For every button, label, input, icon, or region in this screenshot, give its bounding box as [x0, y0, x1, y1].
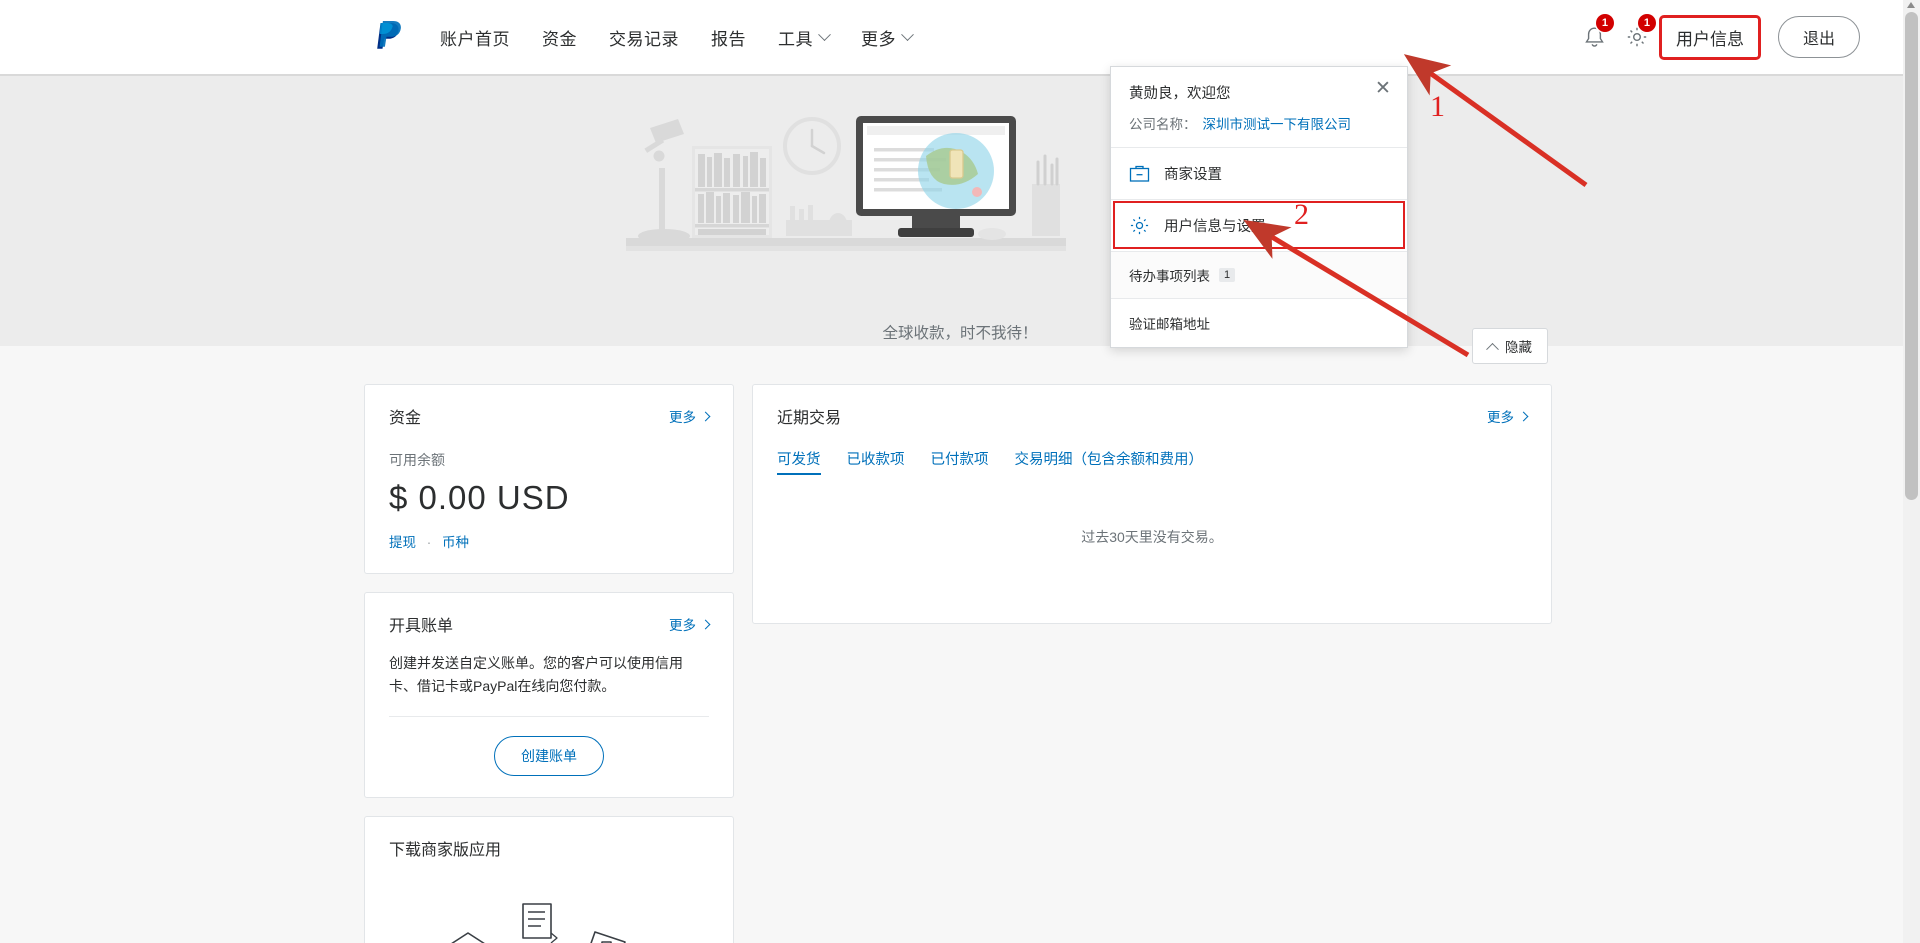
settings-button[interactable]: 1 [1616, 14, 1658, 58]
nav-item-reports[interactable]: 报告 [695, 19, 762, 56]
transactions-card-header: 近期交易 更多 [753, 385, 1551, 428]
chevron-down-icon [818, 27, 831, 41]
nav-right-group: 1 1 用户信息 退出 [1574, 14, 1860, 60]
withdraw-link[interactable]: 提现 [389, 535, 416, 550]
user-info-button[interactable]: 用户信息 [1658, 14, 1761, 60]
main-content-area: 隐藏 资金 更多 可用余额 $ 0.00 USD 提现 · 币种 开具账单 更多… [0, 328, 1920, 943]
scroll-up-arrow-icon[interactable] [1907, 2, 1915, 8]
verify-email-label: 验证邮箱地址 [1129, 317, 1210, 332]
funds-card-body: 可用余额 $ 0.00 USD 提现 · 币种 [365, 428, 733, 573]
close-icon[interactable]: ✕ [1373, 79, 1393, 99]
chevron-up-icon [1486, 342, 1499, 356]
chevron-right-icon [700, 619, 711, 629]
funds-card-header: 资金 更多 [365, 385, 733, 428]
nav-item-more[interactable]: 更多 [845, 19, 928, 56]
hero-text-block: 全球收款，时不我待！ 现在就完成商家设置，开启您的电子商务之旅吧！ 前往商家设置 [0, 321, 1920, 346]
dashboard-grid: 资金 更多 可用余额 $ 0.00 USD 提现 · 币种 开具账单 更多 创建… [364, 346, 1920, 943]
greeting-text: 黄勋良，欢迎您 [1129, 86, 1231, 102]
tab-details[interactable]: 交易明细（包含余额和费用） [1015, 448, 1204, 475]
dropdown-item-merchant-settings[interactable]: 商家设置 [1111, 147, 1407, 199]
invoice-card-header: 开具账单 更多 [365, 593, 733, 636]
nav-item-label: 更多 [861, 29, 896, 49]
logout-button[interactable]: 退出 [1777, 16, 1860, 58]
funds-links: 提现 · 币种 [389, 531, 709, 551]
recent-transactions-card: 近期交易 更多 可发货 已收款项 已付款项 交易明细（包含余额和费用） 过去30… [752, 384, 1552, 624]
funds-card: 资金 更多 可用余额 $ 0.00 USD 提现 · 币种 [364, 384, 734, 574]
chevron-right-icon [1518, 411, 1529, 421]
invoice-card-title: 开具账单 [389, 618, 454, 635]
todo-list-label: 待办事项列表 [1129, 269, 1210, 284]
user-info-label: 用户信息 [1675, 29, 1744, 49]
invoice-card: 开具账单 更多 创建并发送自定义账单。您的客户可以使用信用卡、借记卡或PayPa… [364, 592, 734, 799]
nav-item-funds[interactable]: 资金 [526, 19, 593, 56]
nav-item-label: 工具 [778, 29, 813, 49]
app-card-header: 下载商家版应用 [365, 817, 733, 860]
nav-left-group: 账户首页 资金 交易记录 报告 工具 更多 [372, 19, 928, 56]
company-label: 公司名称： [1129, 117, 1197, 132]
invoice-card-body: 创建并发送自定义账单。您的客户可以使用信用卡、借记卡或PayPal在线向您付款。… [365, 636, 733, 797]
briefcase-icon [1129, 165, 1150, 182]
dropdown-item-verify-email[interactable]: 验证邮箱地址 [1111, 298, 1407, 347]
invoice-description: 创建并发送自定义账单。您的客户可以使用信用卡、借记卡或PayPal在线向您付款。 [389, 655, 683, 695]
create-invoice-button[interactable]: 创建账单 [494, 736, 604, 777]
funds-more-link[interactable]: 更多 [669, 406, 711, 426]
company-name: 深圳市测试一下有限公司 [1202, 117, 1352, 132]
nav-item-tools[interactable]: 工具 [762, 19, 845, 56]
nav-item-label: 报告 [711, 29, 746, 49]
dropdown-header: 黄勋良，欢迎您 公司名称： 深圳市测试一下有限公司 ✕ [1111, 67, 1407, 147]
more-label: 更多 [1487, 410, 1514, 425]
tab-shippable[interactable]: 可发货 [777, 448, 821, 475]
page-scrollbar[interactable] [1903, 0, 1920, 943]
hero-headline: 全球收款，时不我待！ [882, 325, 1038, 342]
invoice-more-link[interactable]: 更多 [669, 614, 711, 634]
right-column: 近期交易 更多 可发货 已收款项 已付款项 交易明细（包含余额和费用） 过去30… [752, 384, 1552, 624]
company-row: 公司名称： 深圳市测试一下有限公司 [1129, 113, 1389, 133]
app-card-title: 下载商家版应用 [389, 842, 502, 860]
chevron-right-icon [700, 411, 711, 421]
transaction-tabs: 可发货 已收款项 已付款项 交易明细（包含余额和费用） [753, 428, 1551, 475]
hero-banner: 全球收款，时不我待！ 现在就完成商家设置，开启您的电子商务之旅吧！ 前往商家设置 [0, 74, 1920, 346]
paypal-logo-icon[interactable] [372, 20, 402, 54]
merchant-app-card: 下载商家版应用 [364, 816, 734, 943]
transactions-card-title: 近期交易 [777, 410, 842, 427]
link-separator: · [426, 535, 432, 550]
chevron-down-icon [901, 27, 914, 41]
notifications-button[interactable]: 1 [1574, 14, 1616, 58]
desk-scene-illustration [626, 88, 1066, 268]
more-label: 更多 [669, 410, 696, 425]
dropdown-item-label: 用户信息与设置 [1164, 219, 1266, 235]
scrollbar-thumb[interactable] [1905, 12, 1918, 500]
transactions-more-link[interactable]: 更多 [1487, 406, 1529, 426]
nav-item-home[interactable]: 账户首页 [424, 19, 526, 56]
top-navigation-bar: 账户首页 资金 交易记录 报告 工具 更多 1 1 用户信息 退出 [0, 0, 1920, 74]
available-balance-label: 可用余额 [389, 452, 445, 468]
dropdown-item-user-settings[interactable]: 用户信息与设置 [1111, 199, 1407, 251]
nav-item-label: 账户首页 [440, 29, 510, 49]
currency-link[interactable]: 币种 [442, 535, 469, 550]
hide-banner-button[interactable]: 隐藏 [1472, 328, 1548, 364]
nav-item-transactions[interactable]: 交易记录 [593, 19, 695, 56]
invoice-button-wrap: 创建账单 [389, 717, 709, 797]
app-card-body [365, 860, 733, 943]
hide-button-label: 隐藏 [1505, 340, 1532, 355]
funds-card-title: 资金 [389, 410, 422, 427]
tab-received[interactable]: 已收款项 [847, 448, 905, 475]
gear-icon [1130, 216, 1149, 235]
nav-item-label: 资金 [542, 29, 577, 49]
tab-paid[interactable]: 已付款项 [931, 448, 989, 475]
merchant-app-illustration [451, 903, 626, 943]
more-label: 更多 [669, 618, 696, 633]
notifications-badge: 1 [1595, 14, 1614, 32]
user-dropdown-menu: 黄勋良，欢迎您 公司名称： 深圳市测试一下有限公司 ✕ 商家设置 用户信息与设置 … [1110, 66, 1408, 348]
settings-badge: 1 [1637, 14, 1656, 32]
left-column: 资金 更多 可用余额 $ 0.00 USD 提现 · 币种 开具账单 更多 创建… [364, 384, 734, 943]
dropdown-item-label: 商家设置 [1164, 167, 1222, 183]
transactions-empty-message: 过去30天里没有交易。 [1081, 529, 1223, 545]
nav-item-label: 交易记录 [609, 29, 679, 49]
available-balance-amount: $ 0.00 USD [389, 479, 570, 516]
todo-list-header: 待办事项列表 1 [1111, 251, 1407, 298]
todo-count-badge: 1 [1219, 268, 1236, 282]
